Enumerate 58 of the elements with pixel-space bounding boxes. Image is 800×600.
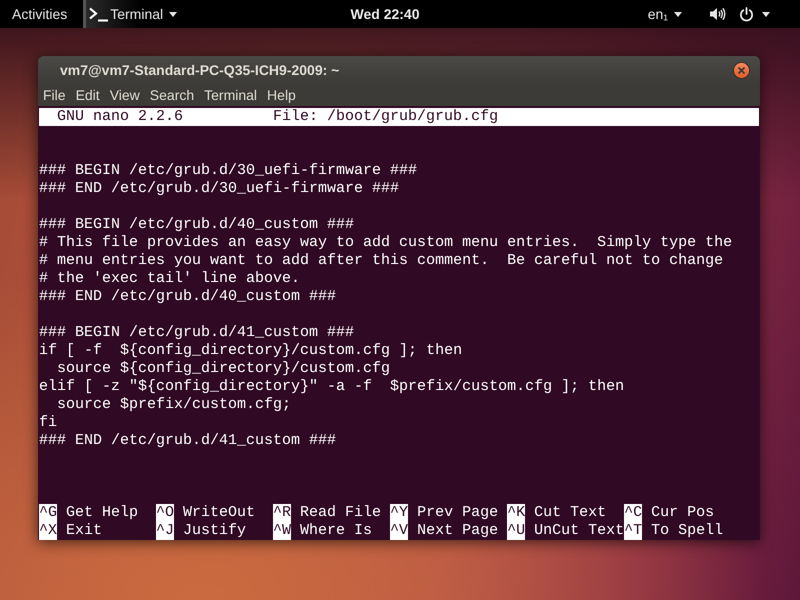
caret-icon [674,12,682,16]
shortcut-label: To Spell [651,522,724,540]
shortcut-label: Prev Page [417,504,498,522]
close-icon[interactable] [733,62,750,78]
power-icon[interactable] [739,6,754,22]
code-line: ### BEGIN /etc/grub.d/41_custom ### [39,324,354,342]
menu-item[interactable]: Help [267,85,296,105]
caret-icon [762,12,770,16]
shortcut-key: ^T [624,522,642,540]
shortcut-key: ^V [390,522,408,540]
shortcut-label: Get Help [66,504,138,522]
activities-button[interactable]: Activities [12,0,68,28]
code-line: # menu entries you want to add after this comment. Be careful not to change [39,252,724,270]
code-line: # the 'exec tail' line above. [39,270,300,288]
shortcut-key: ^Y [390,504,408,522]
code-line: if [ -f ${config_directory}/custom.cfg ]; then [39,342,462,360]
menu-item[interactable]: Edit [76,85,100,105]
caret-icon [169,12,178,16]
shortcut-key: ^J [156,522,174,540]
nano-version: GNU nano 2.2.6 [57,108,184,126]
shortcut-label: Cur Pos [651,504,714,522]
shortcut-label: Read File [300,504,382,522]
shortcut-label: UnCut Text [534,522,624,540]
shortcut-label: WriteOut [183,504,256,522]
code-line: ### END /etc/grub.d/40_custom ### [39,288,336,306]
menu-item[interactable]: View [110,85,140,105]
terminal-prompt-icon [89,6,110,22]
code-line: # This file provides an easy way to add custom menu entries. Simply type the [39,234,732,252]
volume-icon[interactable] [710,7,726,21]
input-source-button[interactable]: en₁ [648,0,682,28]
shortcut-key: ^X [39,522,58,540]
shortcut-key: ^O [156,504,174,522]
clock-button[interactable]: Wed 22:40 [350,0,420,28]
shortcut-key: ^G [39,504,58,522]
menu-item[interactable]: Search [150,85,194,105]
code-line: ### BEGIN /etc/grub.d/30_uefi-firmware ### [39,162,418,180]
window-title: vm7@vm7-Standard-PC-Q35-ICH9-2009: ~ [60,60,340,80]
shortcut-key: ^C [624,504,642,522]
app-menu-button[interactable]: Terminal [83,0,178,28]
code-line: ### END /etc/grub.d/41_custom ### [39,432,336,450]
menu-item[interactable]: File [43,85,66,105]
file-name: File: /boot/grub/grub.cfg [273,108,498,126]
code-line: source ${config_directory}/custom.cfg [56,360,390,378]
shortcut-label: Where Is [300,522,372,540]
shortcut-label: Justify [183,522,246,540]
shortcut-key: ^U [507,522,526,540]
code-line: elif [ -z "${config_directory}" -a -f $prefix/custom.cfg ]; then [39,378,624,396]
code-line: fi [39,414,58,432]
code-line: ### END /etc/grub.d/30_uefi-firmware ### [39,180,400,198]
shortcut-key: ^R [273,504,292,522]
shortcut-label: Next Page [417,522,498,540]
menu-item[interactable]: Terminal [204,85,258,105]
shortcut-label: Cut Text [534,504,606,522]
code-line: ### BEGIN /etc/grub.d/40_custom ### [39,216,354,234]
shortcut-key: ^W [273,522,292,540]
shortcut-key: ^K [507,504,526,522]
shortcut-label: Exit [66,522,102,540]
code-line: source $prefix/custom.cfg; [56,396,292,414]
